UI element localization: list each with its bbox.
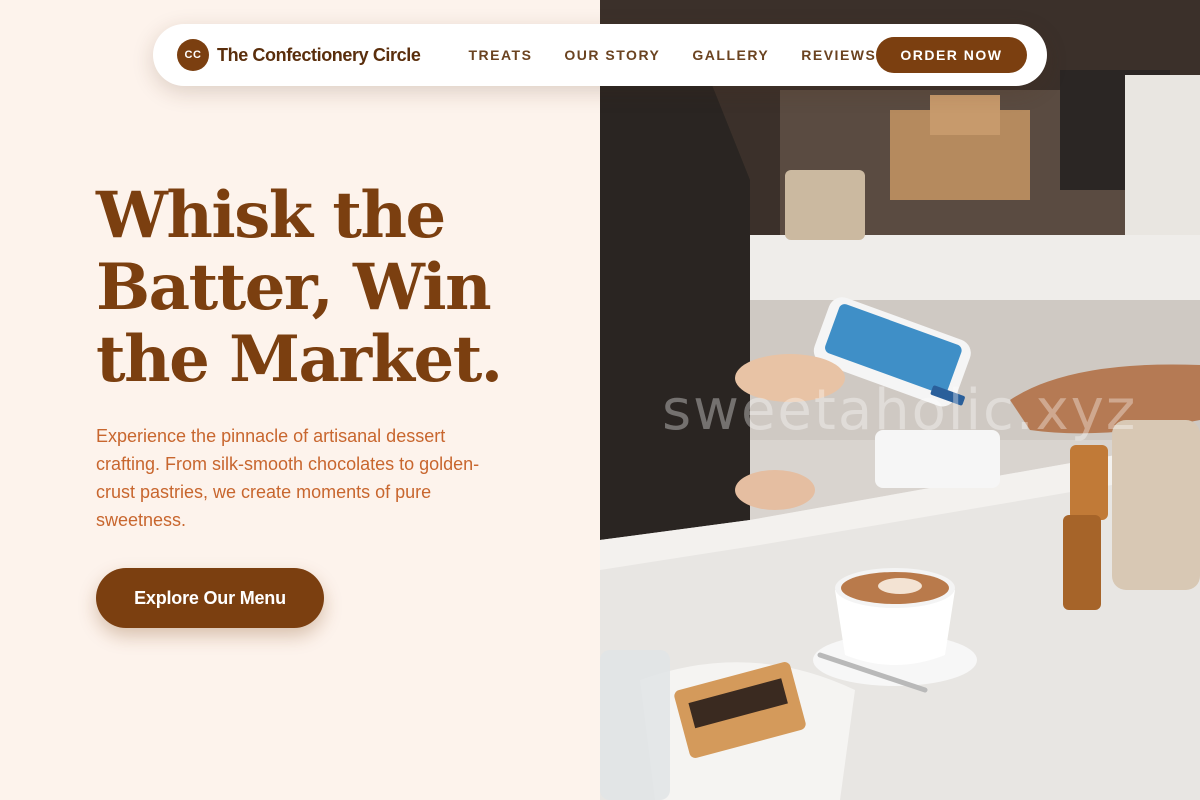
top-navbar: CC The Confectionery Circle TREATS OUR S… — [153, 24, 1047, 86]
nav-links: TREATS OUR STORY GALLERY REVIEWS — [468, 47, 876, 63]
watermark-text: sweetaholic.xyz — [662, 378, 1138, 443]
hero-subtitle: Experience the pinnacle of artisanal des… — [96, 426, 480, 530]
hero-title-line-2: Batter, Win — [96, 250, 492, 325]
order-now-button[interactable]: ORDER NOW — [876, 37, 1027, 73]
hero-title: Whisk the Batter, Win the Market. — [96, 180, 566, 396]
nav-link-our-story[interactable]: OUR STORY — [564, 47, 660, 63]
hero-title-line-3: the Market. — [96, 322, 503, 397]
hero-section: Whisk the Batter, Win the Market. Experi… — [96, 180, 566, 628]
brand-name[interactable]: The Confectionery Circle — [217, 45, 421, 66]
hero-image: sweetaholic.xyz — [600, 0, 1200, 800]
hero-title-line-1: Whisk the — [96, 178, 446, 253]
nav-link-reviews[interactable]: REVIEWS — [801, 47, 876, 63]
explore-menu-button[interactable]: Explore Our Menu — [96, 568, 324, 628]
nav-link-gallery[interactable]: GALLERY — [692, 47, 769, 63]
brand-logo-icon[interactable]: CC — [177, 39, 209, 71]
nav-link-treats[interactable]: TREATS — [468, 47, 532, 63]
